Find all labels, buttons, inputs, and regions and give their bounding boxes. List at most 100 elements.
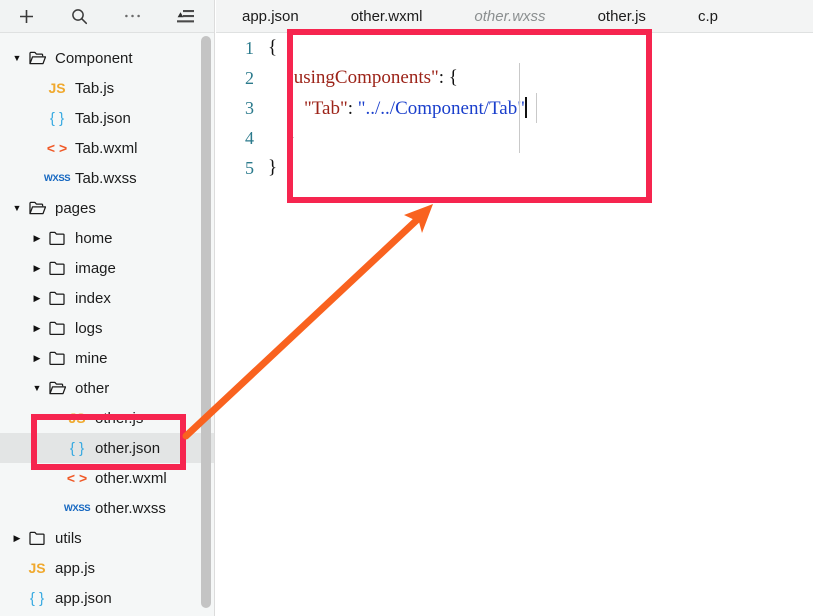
editor-tab-app-json[interactable]: app.json [216, 0, 325, 33]
chevron-right-icon[interactable]: ▶ [30, 291, 44, 305]
tree-item-label: Tab.js [75, 79, 115, 97]
js-file-icon: JS [68, 410, 86, 426]
folder-icon [44, 351, 70, 365]
tree-item-label: app.json [55, 589, 112, 607]
tree-item-tab-wxss[interactable]: ▶WXSSTab.wxss [0, 163, 214, 193]
tree-item-mine[interactable]: ▶ mine [0, 343, 214, 373]
tree-item-label: Component [55, 49, 133, 67]
code-text: { [268, 37, 278, 58]
tree-item-label: Tab.wxss [75, 169, 137, 187]
chevron-right-icon[interactable]: ▶ [30, 231, 44, 245]
code-line-4: 4 } [216, 123, 813, 153]
editor-tab-other-js[interactable]: other.js [572, 0, 672, 33]
chevron-right-icon[interactable]: ▶ [30, 261, 44, 275]
tree-item-label: other.wxss [95, 499, 166, 517]
wxml-file-icon: < > [66, 470, 88, 486]
line-number: 2 [245, 67, 254, 88]
sidebar-toolbar [0, 0, 214, 33]
folder-icon [44, 291, 70, 305]
tree-item-tab-wxml[interactable]: ▶< >Tab.wxml [0, 133, 214, 163]
tree-item-label: Tab.wxml [75, 139, 138, 157]
tree-item-label: image [75, 259, 116, 277]
tree-item-home[interactable]: ▶ home [0, 223, 214, 253]
collapse-all-icon[interactable] [159, 0, 212, 32]
tree-item-image[interactable]: ▶ image [0, 253, 214, 283]
chevron-down-icon[interactable]: ▼ [10, 201, 24, 215]
sidebar-scrollbar[interactable] [201, 34, 211, 612]
editor-tab-label: c.p [697, 8, 718, 25]
chevron-right-icon[interactable]: ▶ [30, 351, 44, 365]
json-file-icon: { } [29, 589, 45, 607]
tree-item-label: index [75, 289, 111, 307]
tree-item-utils[interactable]: ▶ utils [0, 523, 214, 553]
wxss-file-icon: WXSS [43, 172, 71, 184]
folder-open-icon [24, 51, 50, 65]
tree-item-other-wxml[interactable]: ▶< >other.wxml [0, 463, 214, 493]
tree-item-label: utils [55, 529, 82, 547]
code-line-2: 2 "usingComponents": { [216, 63, 813, 93]
line-number: 1 [245, 37, 254, 58]
tree-item-tab-json[interactable]: ▶{ }Tab.json [0, 103, 214, 133]
chevron-right-icon[interactable]: ▶ [10, 531, 24, 545]
code-text: "usingComponents": { [286, 67, 458, 88]
folder-icon [24, 531, 50, 545]
code-text: } [268, 157, 278, 178]
search-icon[interactable] [53, 0, 106, 32]
chevron-right-icon[interactable]: ▶ [30, 321, 44, 335]
tree-item-tab-js[interactable]: ▶JSTab.js [0, 73, 214, 103]
add-file-icon[interactable] [0, 0, 53, 32]
tree-item-app-js[interactable]: ▶JSapp.js [0, 553, 214, 583]
tree-item-component[interactable]: ▼ Component [0, 43, 214, 73]
editor-tab-bar: app.json other.wxml other.wxss other.js c.p [216, 0, 813, 33]
app-window: ▼ Component ▶ JS Tab.js ▶ { } Tab.json ▶ < > Tab.w… [0, 0, 813, 616]
editor-tab-label: app.json [242, 8, 299, 25]
code-line-5: 5 } [216, 153, 813, 183]
chevron-down-icon[interactable]: ▼ [30, 381, 44, 395]
folder-icon [44, 321, 70, 335]
editor-tab-c-p[interactable]: c.p [672, 0, 744, 33]
editor-tab-other-wxss[interactable]: other.wxss [448, 0, 571, 33]
sidebar-scrollbar-thumb[interactable] [201, 36, 211, 608]
js-file-icon: JS [28, 560, 46, 576]
tree-item-label: app.js [55, 559, 96, 577]
tree-item-index[interactable]: ▶ index [0, 283, 214, 313]
tree-item-label: Tab.json [75, 109, 131, 127]
folder-icon [44, 261, 70, 275]
tree-item-other[interactable]: ▼ other [0, 373, 214, 403]
tree-item-label: mine [75, 349, 108, 367]
indent-guide [536, 93, 537, 123]
tree-item-label: other.js [95, 409, 144, 427]
editor-tab-label: other.js [597, 8, 646, 25]
indent-guide [519, 63, 520, 93]
folder-icon [44, 231, 70, 245]
editor-tab-label: other.wxss [474, 8, 546, 25]
line-number: 3 [245, 97, 254, 118]
tree-item-label: other.json [95, 439, 161, 457]
tree-item-label: other [75, 379, 110, 397]
tree-item-label: other.wxml [95, 469, 167, 487]
tree-item-logs[interactable]: ▶ logs [0, 313, 214, 343]
code-editor[interactable]: 1 { 2 "usingComponents": { 3 "Tab": "../… [216, 33, 813, 616]
file-tree: ▼ Component ▶ JS Tab.js ▶ { } Tab.json ▶ < > Tab.w… [0, 33, 214, 616]
indent-guide [519, 93, 520, 123]
line-number: 4 [245, 127, 254, 148]
code-line-3: 3 "Tab": "../../Component/Tab" [216, 93, 813, 123]
tree-item-other-json[interactable]: ▶{ }other.json [0, 433, 214, 463]
editor-pane: app.json other.wxml other.wxss other.js c.p … [216, 0, 813, 616]
editor-tab-other-wxml[interactable]: other.wxml [325, 0, 449, 33]
folder-open-icon [44, 381, 70, 395]
tree-item-other-wxss[interactable]: ▶WXSSother.wxss [0, 493, 214, 523]
wxss-file-icon: WXSS [63, 502, 91, 514]
tree-item-app-json[interactable]: ▶{ }app.json [0, 583, 214, 613]
folder-open-icon [24, 201, 50, 215]
code-text: "Tab": "../../Component/Tab" [304, 96, 527, 119]
tree-item-other-js[interactable]: ▶JSother.js [0, 403, 214, 433]
indent-guide [519, 123, 520, 153]
editor-tab-label: other.wxml [350, 8, 423, 25]
json-file-icon: { } [49, 109, 65, 127]
chevron-down-icon[interactable]: ▼ [10, 51, 24, 65]
file-explorer-sidebar: ▼ Component ▶ JS Tab.js ▶ { } Tab.json ▶ < > Tab.w… [0, 0, 215, 616]
code-text: } [286, 127, 296, 148]
tree-item-pages[interactable]: ▼ pages [0, 193, 214, 223]
more-options-icon[interactable] [106, 0, 159, 32]
